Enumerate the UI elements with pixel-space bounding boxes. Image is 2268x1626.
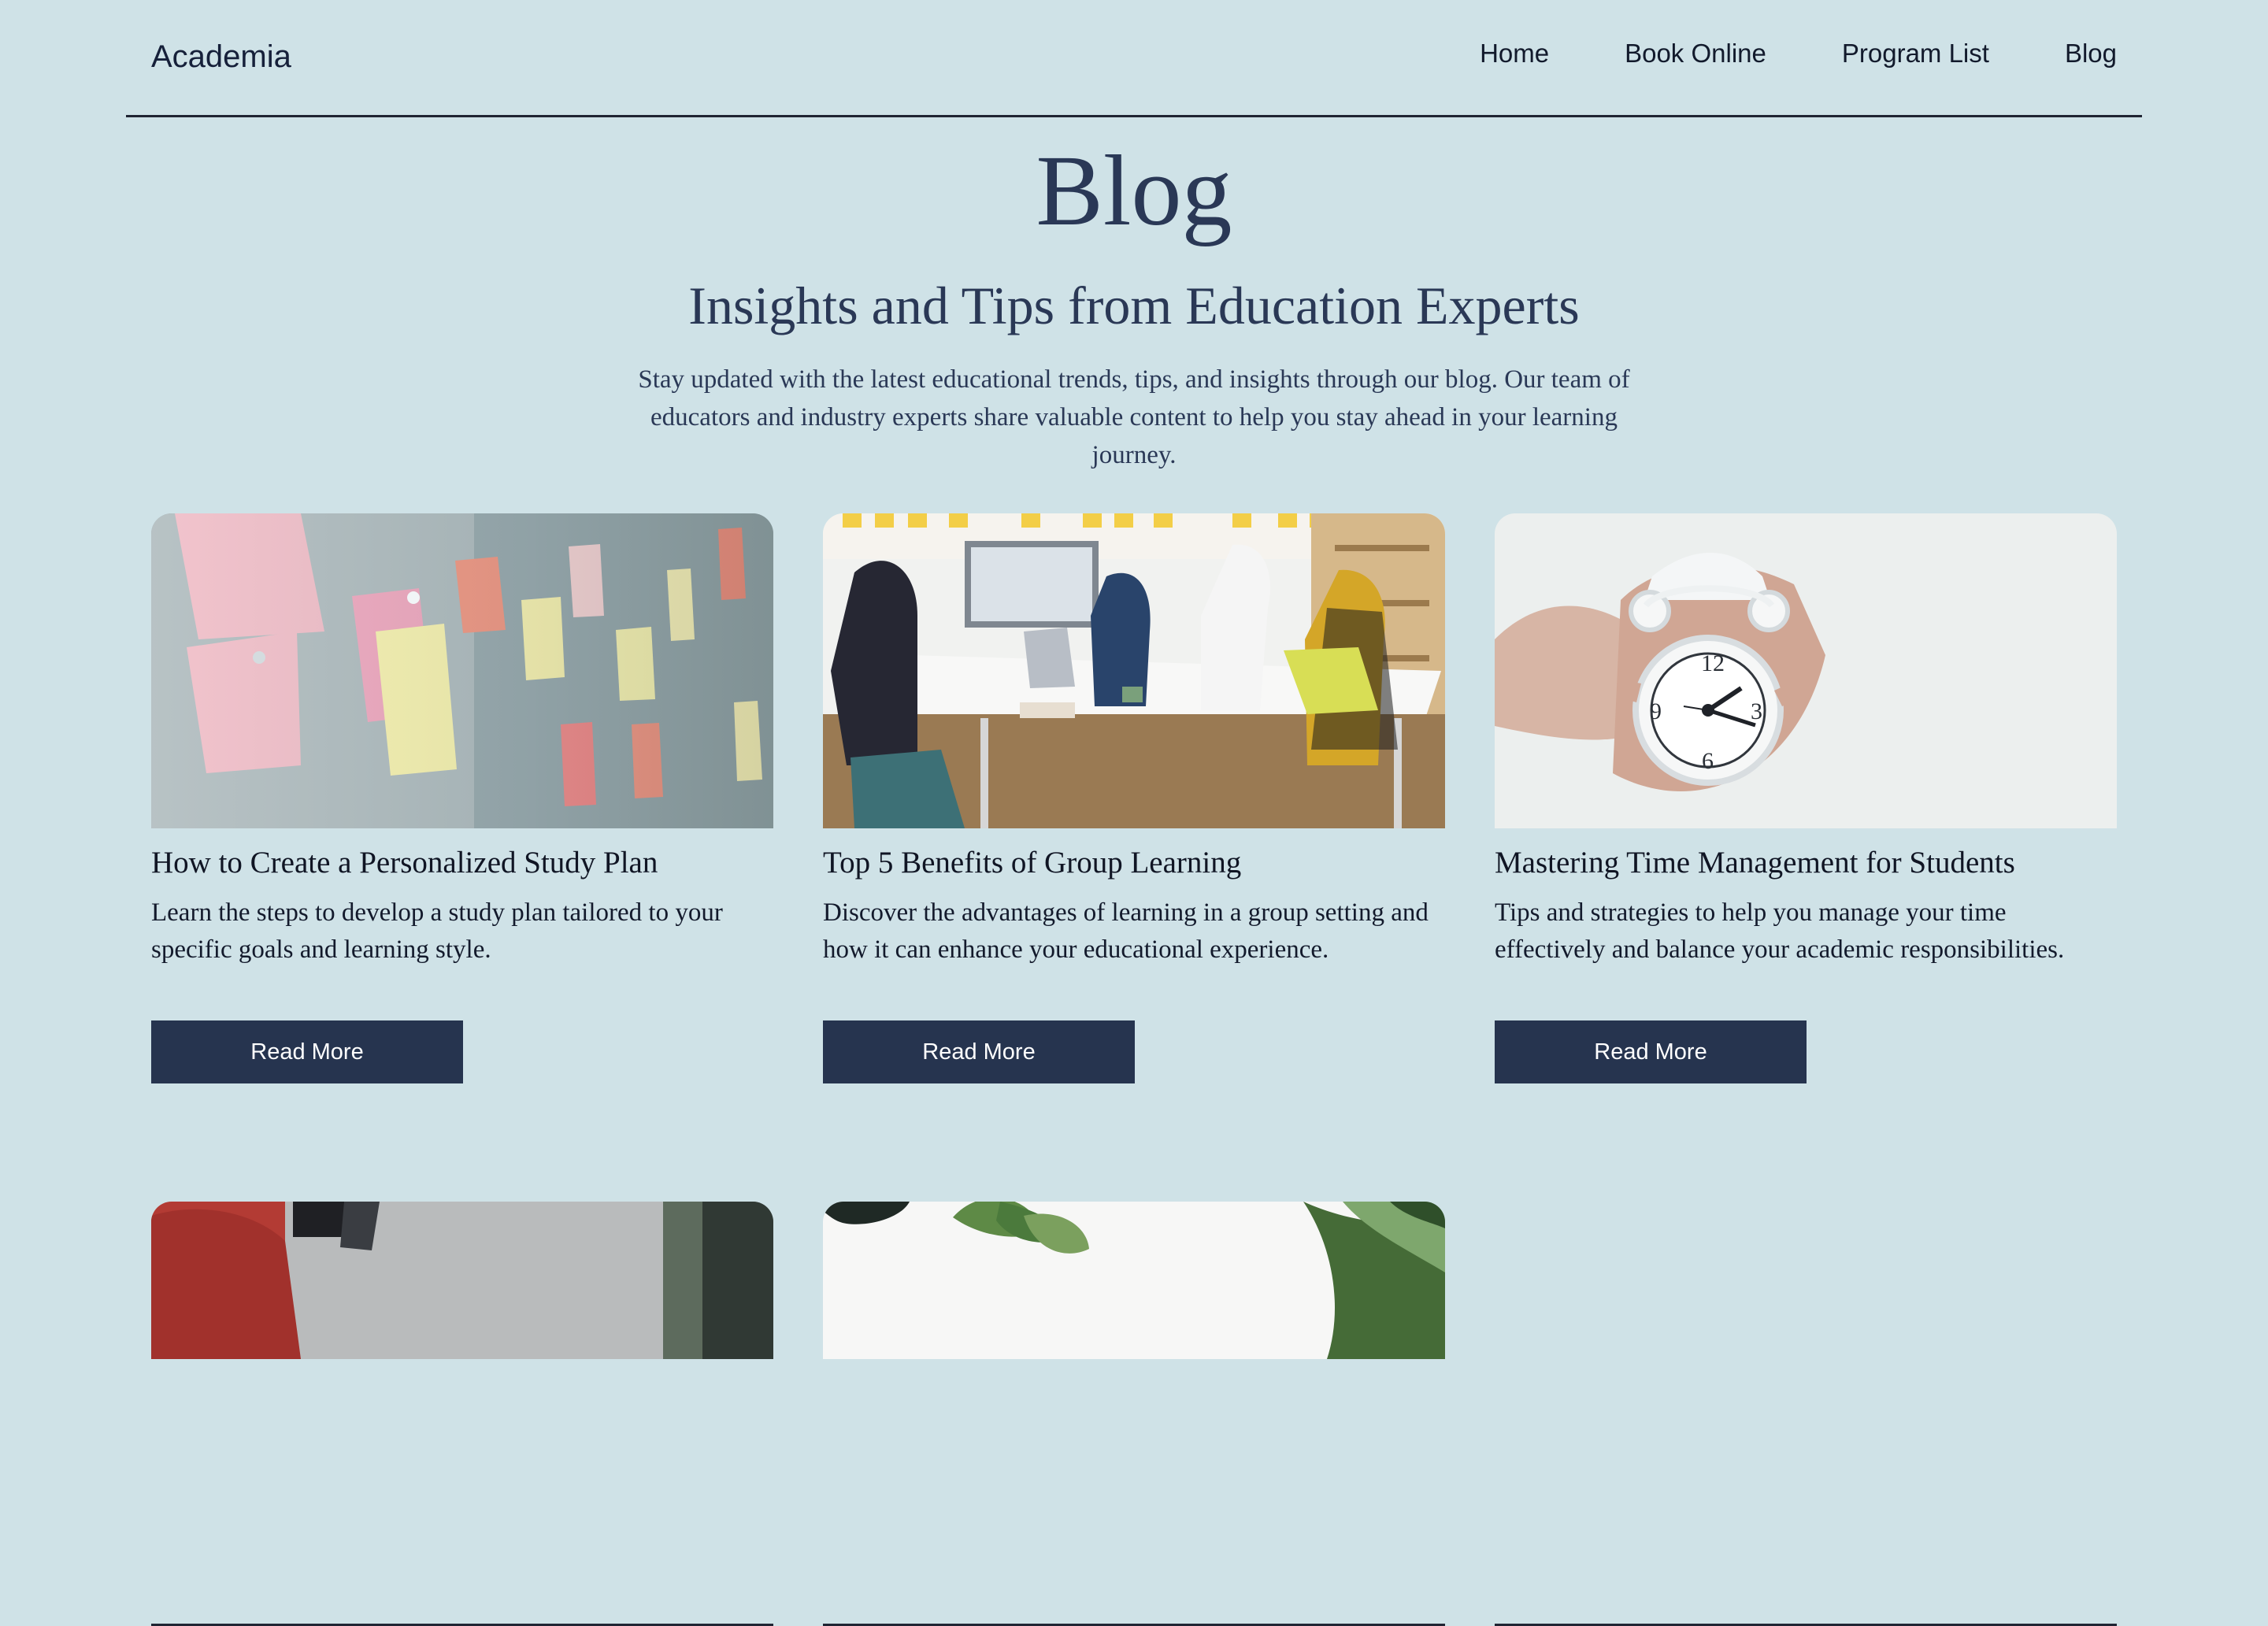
- blog-card-title[interactable]: Top 5 Benefits of Group Learning: [823, 843, 1445, 883]
- blog-card-group-learning: Top 5 Benefits of Group Learning Discove…: [823, 513, 1445, 1626]
- read-more-button[interactable]: Read More: [151, 1020, 463, 1083]
- nav-program-list[interactable]: Program List: [1842, 36, 1989, 71]
- nav-blog[interactable]: Blog: [2065, 36, 2117, 71]
- svg-text:6: 6: [1702, 748, 1714, 774]
- read-more-button[interactable]: Read More: [823, 1020, 1135, 1083]
- svg-text:9: 9: [1650, 698, 1662, 724]
- blog-card-excerpt: Learn the steps to develop a study plan …: [151, 898, 723, 964]
- alarm-clock-image[interactable]: 12 3 6 9: [1495, 513, 2117, 828]
- nav-home[interactable]: Home: [1480, 36, 1549, 71]
- page-title: Blog: [1036, 135, 1232, 246]
- sticky-notes-image[interactable]: [151, 513, 773, 828]
- main-navigation: Home Book Online Program List Blog: [1480, 36, 2117, 71]
- headphones-image[interactable]: [151, 1202, 773, 1359]
- nav-book-online[interactable]: Book Online: [1625, 36, 1766, 71]
- svg-text:3: 3: [1751, 698, 1762, 724]
- group-learning-image[interactable]: [823, 513, 1445, 828]
- page-description: Stay updated with the latest educational…: [638, 365, 1630, 469]
- brand-logo[interactable]: Academia: [151, 38, 291, 76]
- blog-card-excerpt: Discover the advantages of learning in a…: [823, 898, 1429, 964]
- blog-card-title[interactable]: Mastering Time Management for Students: [1495, 843, 2117, 883]
- site-header: Academia Home Book Online Program List B…: [126, 0, 2142, 117]
- blog-card-time-management: 12 3 6 9 Mastering Time Management for S…: [1495, 513, 2117, 1626]
- plants-image[interactable]: [823, 1202, 1445, 1359]
- blog-card-study-plan: How to Create a Personalized Study Plan …: [151, 513, 773, 1626]
- svg-text:12: 12: [1701, 650, 1725, 676]
- blog-card-title[interactable]: How to Create a Personalized Study Plan: [151, 843, 773, 883]
- blog-card-excerpt: Tips and strategies to help you manage y…: [1495, 898, 2065, 964]
- read-more-button[interactable]: Read More: [1495, 1020, 1807, 1083]
- page-subtitle: Insights and Tips from Education Experts: [688, 276, 1580, 335]
